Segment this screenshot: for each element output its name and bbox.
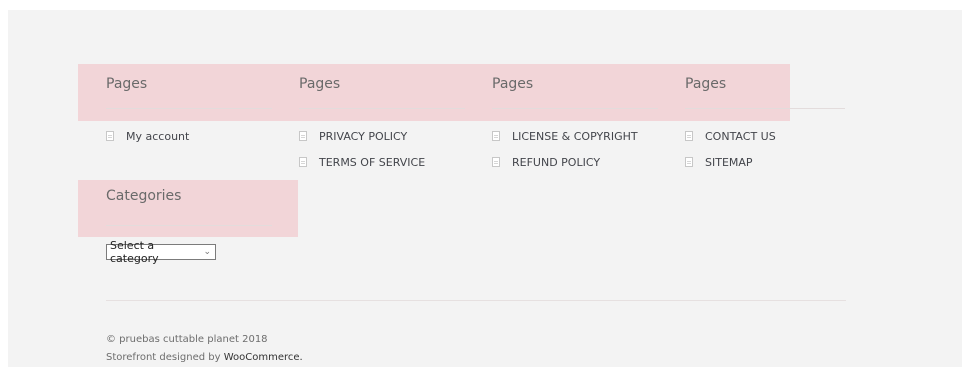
pages-widget-title: Pages bbox=[106, 76, 148, 92]
pages-list: My account bbox=[106, 129, 189, 155]
widget-title-divider bbox=[685, 108, 845, 109]
document-icon bbox=[492, 131, 500, 141]
list-item: SITEMAP bbox=[685, 155, 776, 169]
list-item: REFUND POLICY bbox=[492, 155, 638, 169]
pages-widgets-highlight bbox=[78, 64, 790, 121]
category-select-value: Select a category bbox=[110, 239, 159, 265]
refund-policy-link[interactable]: REFUND POLICY bbox=[512, 156, 600, 169]
sitemap-link[interactable]: SITEMAP bbox=[705, 156, 753, 169]
copyright-text: © pruebas cuttable planet 2018 bbox=[106, 334, 268, 345]
designed-by-prefix: Storefront designed by bbox=[106, 352, 224, 363]
category-select[interactable]: Select a category ⌄ bbox=[106, 239, 216, 265]
woocommerce-link[interactable]: WooCommerce. bbox=[224, 352, 303, 363]
pages-list: LICENSE & COPYRIGHT REFUND POLICY bbox=[492, 129, 638, 181]
designed-by-text: Storefront designed by WooCommerce. bbox=[106, 352, 303, 363]
contact-us-link[interactable]: CONTACT US bbox=[705, 130, 776, 143]
pages-widget-title: Pages bbox=[492, 76, 534, 92]
list-item: LICENSE & COPYRIGHT bbox=[492, 129, 638, 143]
document-icon bbox=[492, 157, 500, 167]
license-copyright-link[interactable]: LICENSE & COPYRIGHT bbox=[512, 130, 638, 143]
list-item: CONTACT US bbox=[685, 129, 776, 143]
footer-divider bbox=[106, 300, 846, 301]
widget-title-divider bbox=[299, 108, 465, 109]
pages-widget-title: Pages bbox=[299, 76, 341, 92]
categories-widget-title: Categories bbox=[106, 188, 182, 204]
list-item: My account bbox=[106, 129, 189, 143]
pages-list: CONTACT US SITEMAP bbox=[685, 129, 776, 181]
widget-title-divider bbox=[106, 108, 272, 109]
widget-title-divider bbox=[106, 225, 272, 226]
privacy-policy-link[interactable]: PRIVACY POLICY bbox=[319, 130, 407, 143]
chevron-down-icon: ⌄ bbox=[203, 247, 211, 257]
pages-list: PRIVACY POLICY TERMS OF SERVICE bbox=[299, 129, 425, 181]
terms-of-service-link[interactable]: TERMS OF SERVICE bbox=[319, 156, 425, 169]
my-account-link[interactable]: My account bbox=[126, 130, 189, 143]
list-item: PRIVACY POLICY bbox=[299, 129, 425, 143]
pages-widget-title: Pages bbox=[685, 76, 727, 92]
document-icon bbox=[106, 131, 114, 141]
widget-title-divider bbox=[492, 108, 658, 109]
list-item: TERMS OF SERVICE bbox=[299, 155, 425, 169]
document-icon bbox=[685, 157, 693, 167]
document-icon bbox=[299, 157, 307, 167]
document-icon bbox=[299, 131, 307, 141]
document-icon bbox=[685, 131, 693, 141]
